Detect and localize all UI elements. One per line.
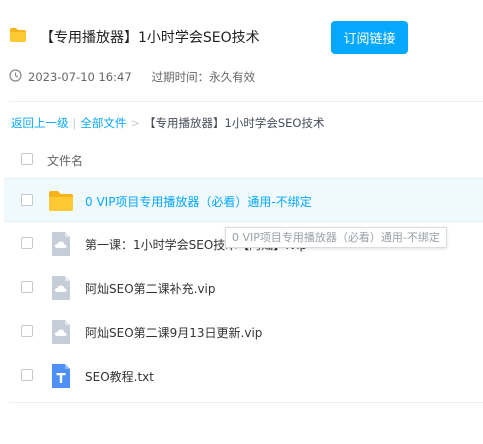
breadcrumb-current: 【专用播放器】1小时学会SEO技术 xyxy=(144,116,325,130)
cloud-file-icon xyxy=(48,320,74,344)
row-checkbox[interactable] xyxy=(21,325,33,337)
share-timestamp: 2023-07-10 16:47 xyxy=(28,70,132,84)
all-files-link[interactable]: 全部文件 xyxy=(80,115,126,131)
row-checkbox[interactable] xyxy=(21,194,33,206)
list-item[interactable]: SEO教程.txt xyxy=(4,354,483,398)
expiry-value: 永久有效 xyxy=(209,70,256,84)
list-item[interactable]: 阿灿SEO第二课补充.vip xyxy=(4,266,483,310)
clock-icon xyxy=(9,69,22,85)
row-checkbox[interactable] xyxy=(21,369,33,381)
text-file-icon xyxy=(48,364,74,388)
folder-icon xyxy=(9,27,27,47)
cloud-file-icon xyxy=(48,276,74,300)
breadcrumb-separator: | xyxy=(72,116,77,130)
share-meta: 2023-07-10 16:47 过期时间： 永久有效 xyxy=(9,69,255,85)
row-checkbox[interactable] xyxy=(21,281,33,293)
list-item[interactable]: 阿灿SEO第二课9月13日更新.vip xyxy=(4,310,483,354)
row-checkbox[interactable] xyxy=(21,237,33,249)
file-name[interactable]: 阿灿SEO第二课9月13日更新.vip xyxy=(85,324,262,341)
column-filename: 文件名 xyxy=(47,154,84,168)
file-name[interactable]: 0 VIP项目专用播放器（必看）通用-不绑定 xyxy=(85,193,312,210)
share-header: 【专用播放器】1小时学会SEO技术 订阅链接 2023-07-10 16:47 … xyxy=(0,0,483,100)
file-name[interactable]: SEO教程.txt xyxy=(85,368,154,385)
expiry-label: 过期时间： xyxy=(151,70,210,84)
breadcrumb: 返回上一级 | 全部文件 > 【专用播放器】1小时学会SEO技术 xyxy=(11,115,324,131)
select-all-checkbox[interactable] xyxy=(21,153,33,165)
divider xyxy=(9,402,483,403)
folder-icon xyxy=(48,189,74,213)
back-link[interactable]: 返回上一级 xyxy=(11,115,69,131)
divider xyxy=(9,101,483,102)
list-item[interactable]: 0 VIP项目专用播放器（必看）通用-不绑定 xyxy=(4,178,483,222)
file-name-tooltip: 0 VIP项目专用播放器（必看）通用-不绑定 xyxy=(225,227,447,248)
subscribe-button[interactable]: 订阅链接 xyxy=(331,21,408,54)
cloud-file-icon xyxy=(48,232,74,256)
file-name[interactable]: 阿灿SEO第二课补充.vip xyxy=(85,280,216,297)
breadcrumb-separator: > xyxy=(130,116,141,130)
page-title: 【专用播放器】1小时学会SEO技术 xyxy=(40,30,260,46)
list-header: 文件名 xyxy=(0,146,483,174)
